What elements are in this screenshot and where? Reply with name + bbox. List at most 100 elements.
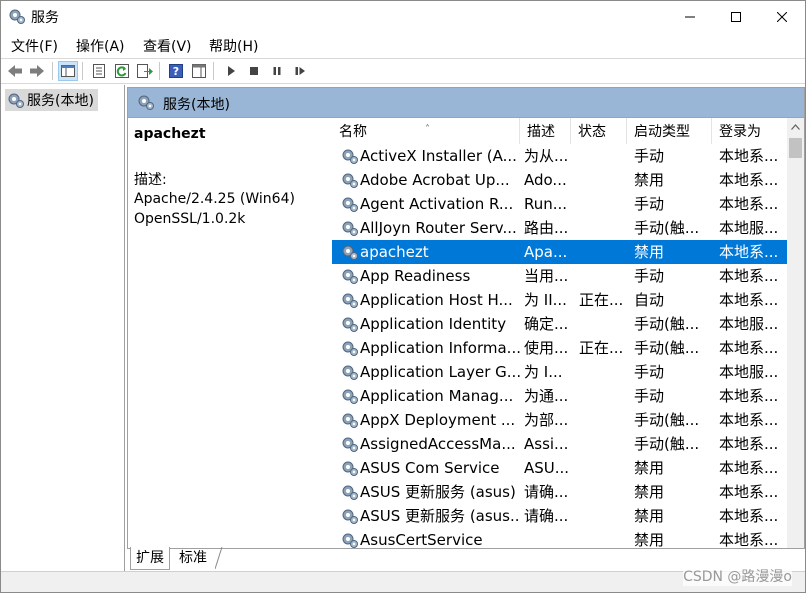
service-description: 使用... <box>524 339 569 357</box>
restart-service-button[interactable] <box>290 61 310 81</box>
service-row[interactable]: Application Informa... 使用... 正在... 手动(触... 本… <box>332 336 787 360</box>
services-rows: ActiveX Installer (A... 为从... 手动 本地系... Adob… <box>332 144 787 548</box>
forward-button[interactable] <box>27 61 47 81</box>
column-header-startup-type[interactable]: 启动类型 <box>627 118 712 144</box>
service-name: ActiveX Installer (A... <box>360 147 517 165</box>
vertical-scrollbar[interactable] <box>787 118 804 548</box>
back-button[interactable] <box>5 61 25 81</box>
service-startup-type: 手动 <box>634 267 665 285</box>
close-button[interactable] <box>759 1 805 32</box>
menu-view[interactable]: 查看(V) <box>143 36 192 56</box>
service-description: Run... <box>524 195 568 213</box>
service-gear-icon <box>342 221 358 236</box>
service-status <box>579 264 629 288</box>
service-row[interactable]: apachezt Apa... 禁用 本地系... <box>332 240 787 264</box>
service-row[interactable]: ActiveX Installer (A... 为从... 手动 本地系... <box>332 144 787 168</box>
minimize-icon <box>685 16 695 17</box>
service-gear-icon <box>342 317 358 332</box>
service-description: 确定... <box>524 315 569 333</box>
show-hide-tree-button[interactable] <box>58 61 78 81</box>
service-row[interactable]: Agent Activation R... Run... 手动 本地系... <box>332 192 787 216</box>
service-name: apachezt <box>360 243 429 261</box>
service-row[interactable]: ASUS 更新服务 (asus) 请确... 禁用 本地系... <box>332 480 787 504</box>
help-button[interactable]: ? <box>166 61 186 81</box>
service-description: 为通... <box>524 387 569 405</box>
service-row[interactable]: Application Identity 确定... 手动(触... 本地服... <box>332 312 787 336</box>
column-header-description[interactable]: 描述 <box>520 118 571 144</box>
column-name-label: 名称 <box>339 124 367 140</box>
minimize-button[interactable] <box>667 1 713 32</box>
column-header-log-on-as[interactable]: 登录为 <box>712 118 787 144</box>
service-description <box>524 528 572 548</box>
restart-service-icon <box>295 67 305 75</box>
service-row[interactable]: Application Host H... 为 II... 正在... 自动 本地系..… <box>332 288 787 312</box>
service-name: ASUS Com Service <box>360 459 500 477</box>
service-name: App Readiness <box>360 267 471 285</box>
service-log-on-as: 本地系... <box>719 483 779 501</box>
menu-action[interactable]: 操作(A) <box>76 36 125 56</box>
menu-help[interactable]: 帮助(H) <box>209 36 258 56</box>
service-log-on-as: 本地系... <box>719 339 779 357</box>
services-window: 服务 文件(F) 操作(A) 查看(V) 帮助(H) ? 服务(本地) 服务(本… <box>0 0 806 593</box>
service-row[interactable]: App Readiness 当用... 手动 本地系... <box>332 264 787 288</box>
maximize-button[interactable] <box>713 1 759 32</box>
column-header-status[interactable]: 状态 <box>571 118 627 144</box>
service-gear-icon <box>342 149 358 164</box>
scroll-up-arrow-icon[interactable] <box>791 124 800 130</box>
scrollbar-thumb[interactable] <box>789 138 802 158</box>
service-log-on-as: 本地系... <box>719 387 779 405</box>
svg-text:?: ? <box>173 65 179 78</box>
pause-service-button[interactable] <box>267 61 287 81</box>
service-log-on-as: 本地系... <box>719 171 779 189</box>
column-header-name[interactable]: 名称 ˄ <box>332 118 520 144</box>
service-gear-icon <box>342 485 358 500</box>
help-icon: ? <box>169 64 183 78</box>
service-log-on-as: 本地系... <box>719 435 779 453</box>
service-startup-type: 自动 <box>634 291 665 309</box>
title-bar: 服务 <box>1 1 805 32</box>
start-service-button[interactable] <box>221 61 241 81</box>
properties-button[interactable] <box>89 61 109 81</box>
export-list-button[interactable] <box>135 61 155 81</box>
service-startup-type: 手动 <box>634 147 665 165</box>
service-row[interactable]: AllJoyn Router Serv... 路由... 手动(触... 本地服... <box>332 216 787 240</box>
tab-extended[interactable]: 扩展 <box>130 547 170 570</box>
menu-file[interactable]: 文件(F) <box>11 36 58 56</box>
service-details-panel: apachezt 描述: Apache/2.4.25 (Win64) OpenS… <box>128 118 332 548</box>
service-log-on-as: 本地系... <box>719 243 779 261</box>
stop-service-button[interactable] <box>244 61 264 81</box>
gears-icon <box>8 93 24 108</box>
tab-standard[interactable]: 标准 <box>174 547 212 569</box>
maximize-icon <box>731 11 741 22</box>
service-name: Application Manag... <box>360 387 514 405</box>
back-arrow-icon <box>8 65 22 77</box>
selected-service-description: Apache/2.4.25 (Win64) OpenSSL/1.0.2k <box>134 191 295 227</box>
service-description: 请确... <box>524 483 569 501</box>
service-name: Application Informa... <box>360 339 520 357</box>
service-row[interactable]: ASUS 更新服务 (asus... 请确... 禁用 本地系... <box>332 504 787 528</box>
service-log-on-as: 本地系... <box>719 267 779 285</box>
services-list: 名称 ˄ 描述 状态 启动类型 登录为 ActiveX Installer (A… <box>332 118 804 548</box>
service-log-on-as: 本地系... <box>719 507 779 525</box>
refresh-button[interactable] <box>112 61 132 81</box>
service-row[interactable]: Application Manag... 为通... 手动 本地系... <box>332 384 787 408</box>
service-description: Apa... <box>524 243 568 261</box>
tree-item-services-local[interactable]: 服务(本地) <box>5 89 98 111</box>
service-description: Assi... <box>524 435 569 453</box>
service-gear-icon <box>342 245 358 260</box>
service-row[interactable]: AssignedAccessMa... Assi... 手动(触... 本地系... <box>332 432 787 456</box>
service-startup-type: 手动(触... <box>634 315 700 333</box>
export-list-icon <box>137 64 153 78</box>
close-icon <box>777 11 787 22</box>
description-label: 描述: <box>134 172 167 188</box>
service-row[interactable]: Application Layer G... 为 I... 手动 本地服... <box>332 360 787 384</box>
service-startup-type: 禁用 <box>634 459 665 477</box>
service-row[interactable]: AppX Deployment ... 为部... 手动(触... 本地系... <box>332 408 787 432</box>
start-service-icon <box>228 66 235 76</box>
service-row[interactable]: AsusCertService 禁用 本地系... <box>332 528 787 548</box>
service-row[interactable]: Adobe Acrobat Up... Ado... 禁用 本地系... <box>332 168 787 192</box>
selected-service-name: apachezt <box>134 126 206 142</box>
service-row[interactable]: ASUS Com Service ASU... 禁用 本地系... <box>332 456 787 480</box>
show-action-pane-button[interactable] <box>189 61 209 81</box>
service-description: 为 II... <box>524 291 567 309</box>
